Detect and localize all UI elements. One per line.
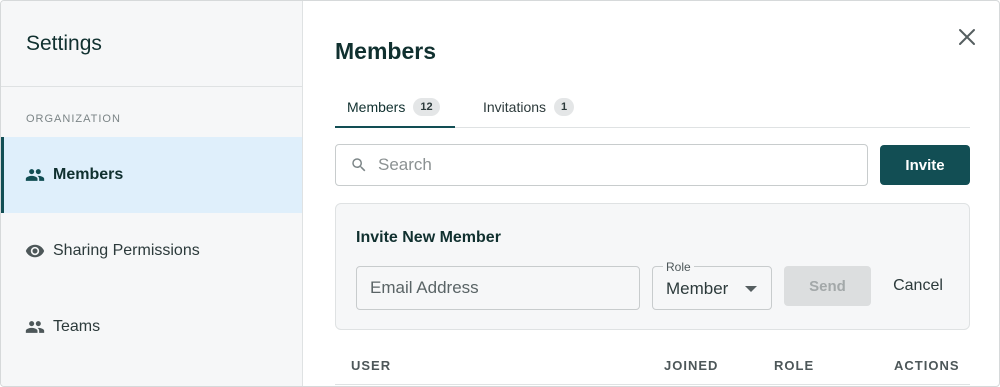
tab-invitations[interactable]: Invitations 1 xyxy=(483,87,575,127)
role-value: Member xyxy=(666,279,729,298)
members-tabs: Members 12 Invitations 1 xyxy=(335,87,970,128)
sidebar-item-members[interactable]: Members xyxy=(1,137,302,213)
sidebar-item-sharing-permissions[interactable]: Sharing Permissions xyxy=(1,213,302,289)
settings-sidebar: Settings ORGANIZATION Members Sharing Pe… xyxy=(1,1,303,386)
search-field[interactable] xyxy=(335,144,868,186)
column-header-role[interactable]: ROLE xyxy=(774,358,814,373)
sidebar-item-label: Members xyxy=(53,166,124,183)
members-table-header: USER JOINED ROLE ACTIONS xyxy=(335,349,970,385)
sidebar-item-label: Teams xyxy=(53,318,101,335)
tab-members[interactable]: Members 12 xyxy=(335,87,455,128)
column-header-joined[interactable]: JOINED xyxy=(664,358,718,373)
search-icon xyxy=(352,158,366,172)
search-input[interactable] xyxy=(378,155,848,175)
send-button[interactable]: Send xyxy=(784,266,871,306)
people-icon xyxy=(25,165,45,185)
sidebar-divider xyxy=(1,86,302,87)
role-select[interactable]: Role Member xyxy=(652,260,772,310)
email-field[interactable] xyxy=(356,266,640,310)
eye-icon xyxy=(25,241,45,261)
invite-member-panel: Invite New Member Role Member Send Cance… xyxy=(335,203,970,330)
close-icon xyxy=(959,29,975,45)
settings-window: Settings ORGANIZATION Members Sharing Pe… xyxy=(0,0,1000,387)
sidebar-item-label: Sharing Permissions xyxy=(53,242,200,259)
sidebar-title: Settings xyxy=(26,32,102,55)
tab-label: Invitations xyxy=(483,99,547,115)
cancel-button[interactable]: Cancel xyxy=(884,266,952,306)
email-input[interactable] xyxy=(370,278,630,298)
people-icon xyxy=(25,317,45,337)
role-label: Role xyxy=(663,260,694,274)
members-panel: Members Members 12 Invitations 1 Invite xyxy=(303,1,999,386)
column-header-actions: ACTIONS xyxy=(894,358,960,373)
tab-label: Members xyxy=(347,98,406,115)
page-title: Members xyxy=(335,38,436,64)
sidebar-item-teams[interactable]: Teams xyxy=(1,289,302,365)
invite-button[interactable]: Invite xyxy=(880,145,970,185)
count-badge: 12 xyxy=(413,97,440,116)
invite-panel-title: Invite New Member xyxy=(356,229,501,246)
sidebar-section-label: ORGANIZATION xyxy=(26,113,121,125)
caret-down-icon xyxy=(745,286,757,292)
close-button[interactable] xyxy=(955,25,979,49)
column-header-user[interactable]: USER xyxy=(351,358,391,373)
count-badge: 1 xyxy=(554,98,575,116)
